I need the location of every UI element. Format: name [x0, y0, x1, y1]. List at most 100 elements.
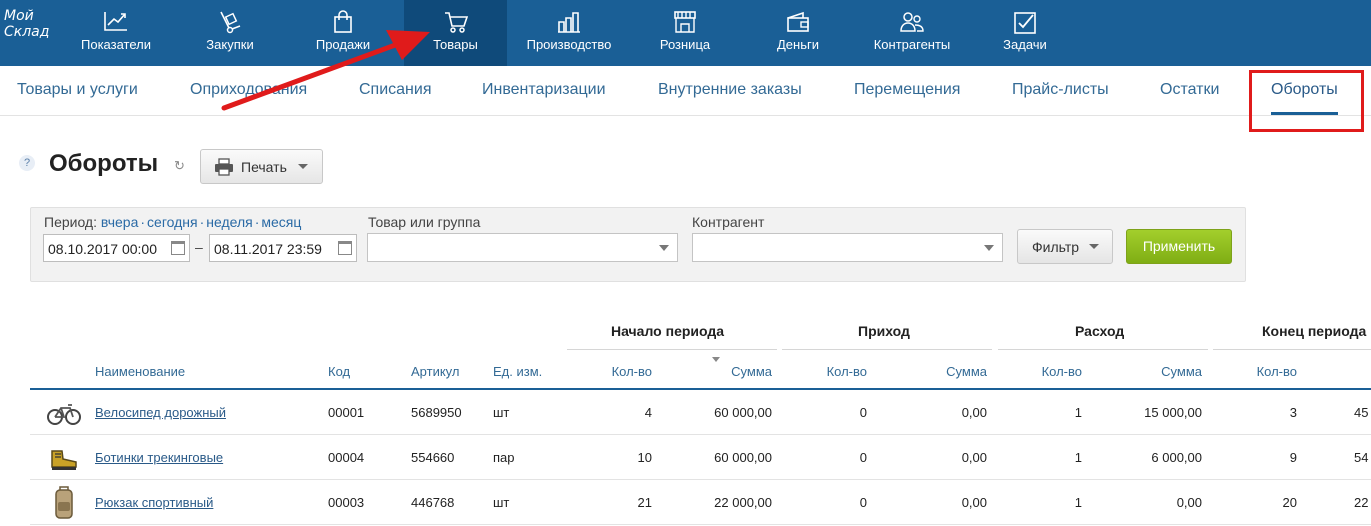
subnav-stock[interactable]: Остатки [1160, 81, 1219, 99]
start-qty: 4 [644, 405, 652, 420]
out-qty: 1 [1074, 405, 1082, 420]
help-icon[interactable]: ? [19, 155, 35, 171]
shopping-cart-icon [444, 12, 468, 33]
apply-button[interactable]: Применить [1126, 229, 1232, 264]
boots-icon [51, 450, 77, 470]
print-button[interactable]: Печать [200, 149, 323, 184]
sort-desc-icon [712, 357, 720, 362]
print-label: Печать [241, 159, 287, 175]
group-header-expense: Расход [1075, 323, 1125, 339]
nav-item-tasks[interactable]: Задачи [981, 0, 1069, 66]
chevron-down-icon [298, 164, 308, 169]
date-to-value: 08.11.2017 23:59 [214, 241, 322, 257]
sub-navigation-bar: Товары и услуги Оприходования Списания И… [0, 66, 1371, 116]
nav-item-production[interactable]: Производство [516, 0, 622, 66]
subnav-price-lists[interactable]: Прайс-листы [1012, 81, 1109, 99]
out-qty: 1 [1074, 495, 1082, 510]
nav-label: Задачи [1003, 37, 1047, 52]
logo-line-2: Склад [4, 24, 50, 40]
end-sum: 22 [1354, 495, 1369, 510]
nav-label: Производство [526, 37, 612, 52]
col-header-out-sum[interactable]: Сумма [1130, 364, 1202, 379]
nav-item-counterparties[interactable]: Контрагенты [864, 0, 960, 66]
col-header-start-sum[interactable]: Сумма [700, 364, 772, 379]
wallet-icon [787, 11, 809, 32]
col-header-name[interactable]: Наименование [95, 364, 185, 379]
nav-item-purchases[interactable]: Закупки [186, 0, 274, 66]
in-sum: 0,00 [961, 495, 987, 510]
period-yesterday-link[interactable]: вчера [101, 214, 138, 230]
filter-button[interactable]: Фильтр [1017, 229, 1113, 264]
factory-icon [558, 12, 580, 33]
start-sum: 60 000,00 [714, 450, 772, 465]
table-row[interactable]: Велосипед дорожный 00001 5689950 шт 4 60… [30, 390, 1371, 435]
chevron-down-icon [1089, 244, 1099, 249]
nav-item-products[interactable]: Товары [404, 0, 507, 66]
in-qty: 0 [859, 495, 867, 510]
date-to-field[interactable]: 08.11.2017 23:59 [209, 234, 357, 262]
calendar-icon[interactable] [338, 241, 352, 255]
in-sum: 0,00 [961, 405, 987, 420]
subnav-internal-orders[interactable]: Внутренние заказы [658, 81, 802, 99]
group-header-start: Начало периода [611, 323, 725, 339]
subnav-products-services[interactable]: Товары и услуги [17, 81, 138, 99]
start-sum: 22 000,00 [714, 495, 772, 510]
nav-item-retail[interactable]: Розница [641, 0, 729, 66]
nav-item-sales[interactable]: Продажи [299, 0, 387, 66]
period-today-link[interactable]: сегодня [147, 214, 198, 230]
counterparty-select[interactable] [692, 233, 1003, 262]
group-divider [782, 349, 992, 350]
nav-item-indicators[interactable]: Показатели [72, 0, 160, 66]
product-unit: пар [493, 450, 515, 465]
chevron-down-icon [659, 245, 669, 251]
product-name-link[interactable]: Ботинки трекинговые [95, 450, 223, 465]
col-header-start-qty[interactable]: Кол-во [592, 364, 652, 379]
col-header-code[interactable]: Код [328, 364, 350, 379]
product-unit: шт [493, 495, 510, 510]
subnav-transfers[interactable]: Перемещения [854, 81, 960, 99]
date-from-field[interactable]: 08.10.2017 00:00 [43, 234, 190, 262]
in-qty: 0 [859, 450, 867, 465]
people-icon [900, 12, 924, 32]
start-sum: 60 000,00 [714, 405, 772, 420]
group-header-income: Приход [858, 323, 910, 339]
subnav-write-offs[interactable]: Списания [359, 81, 432, 99]
col-header-in-sum[interactable]: Сумма [915, 364, 987, 379]
subnav-inventories[interactable]: Инвентаризации [482, 81, 606, 99]
shopping-bag-icon [334, 10, 352, 33]
date-from-value: 08.10.2017 00:00 [48, 241, 157, 257]
nav-item-money[interactable]: Деньги [754, 0, 842, 66]
period-month-link[interactable]: месяц [261, 214, 301, 230]
table-row[interactable]: Ботинки трекинговые 00004 554660 пар 10 … [30, 435, 1371, 480]
col-header-unit[interactable]: Ед. изм. [493, 364, 542, 379]
product-unit: шт [493, 405, 510, 420]
filter-button-label: Фильтр [1032, 239, 1080, 255]
group-divider [998, 349, 1208, 350]
printer-icon [215, 158, 233, 176]
nav-label: Продажи [315, 37, 371, 52]
table-row[interactable]: Рюкзак спортивный 00003 446768 шт 21 22 … [30, 480, 1371, 525]
out-sum: 15 000,00 [1144, 405, 1202, 420]
product-name-link[interactable]: Рюкзак спортивный [95, 495, 213, 510]
nav-label: Товары [433, 37, 478, 52]
product-name-link[interactable]: Велосипед дорожный [95, 405, 226, 420]
period-week-link[interactable]: неделя [206, 214, 252, 230]
group-divider [1213, 349, 1371, 350]
calendar-icon[interactable] [171, 241, 185, 255]
moysklad-logo[interactable]: Мой Склад [4, 8, 56, 52]
group-header-end: Конец периода [1262, 323, 1367, 339]
subnav-receipts[interactable]: Оприходования [190, 81, 307, 99]
product-code: 00001 [328, 405, 365, 420]
refresh-icon[interactable]: ↻ [174, 158, 185, 174]
period-row: Период: вчера · сегодня · неделя · месяц [44, 214, 302, 230]
checkbox-icon [1014, 12, 1036, 34]
product-group-select[interactable] [367, 233, 678, 262]
product-article: 5689950 [411, 405, 462, 420]
nav-label: Закупки [206, 37, 254, 52]
page-title: Обороты [49, 150, 159, 177]
col-header-end-qty[interactable]: Кол-во [1237, 364, 1297, 379]
col-header-in-qty[interactable]: Кол-во [807, 364, 867, 379]
col-header-out-qty[interactable]: Кол-во [1022, 364, 1082, 379]
counterparty-label: Контрагент [692, 214, 765, 230]
col-header-article[interactable]: Артикул [411, 364, 459, 379]
